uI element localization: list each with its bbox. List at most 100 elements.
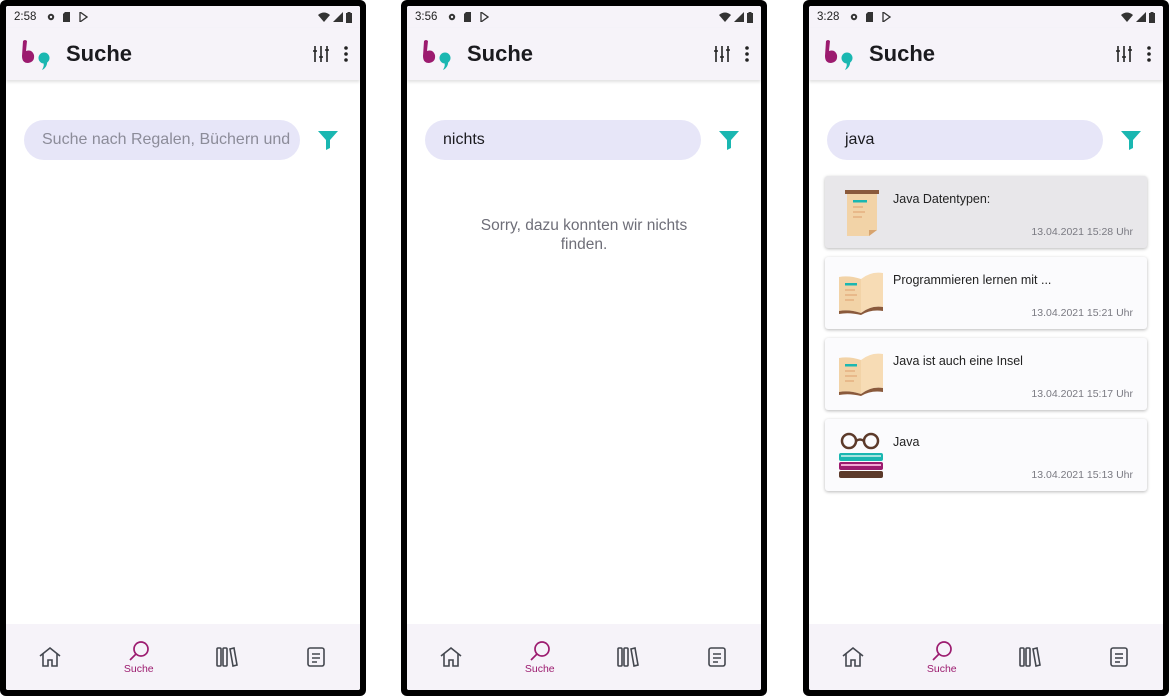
nav-notes[interactable]	[272, 624, 361, 690]
play-status-icon	[882, 12, 892, 22]
nav-notes[interactable]	[673, 624, 762, 690]
screen: 3:56 Suche nichts Sorry, dazu konnten wi…	[407, 6, 761, 690]
bottom-nav: Suche	[6, 624, 360, 690]
signal-icon	[734, 12, 744, 22]
page-title: Suche	[66, 41, 133, 66]
settings-status-icon	[449, 13, 456, 21]
status-time: 2:58	[14, 11, 37, 23]
app-bar: Suche	[809, 28, 1163, 80]
shelves-icon	[216, 647, 239, 667]
result-date: 13.04.2021 15:28 Uhr	[1031, 226, 1133, 238]
search-icon	[530, 640, 550, 661]
wifi-icon	[1121, 12, 1133, 22]
search-row: nichts	[425, 120, 743, 160]
nav-shelves[interactable]	[986, 624, 1075, 690]
nav-shelves[interactable]	[584, 624, 673, 690]
open-book-icon	[839, 353, 883, 396]
signal-icon	[1136, 12, 1146, 22]
bottom-nav: Suche	[809, 624, 1163, 690]
nav-search-label: Suche	[123, 662, 154, 675]
sliders-icon[interactable]	[1115, 45, 1133, 63]
result-date: 13.04.2021 15:21 Uhr	[1031, 307, 1133, 319]
page-title: Suche	[467, 41, 534, 66]
battery-icon	[346, 11, 352, 23]
filter-button[interactable]	[715, 126, 743, 154]
status-bar: 2:58	[6, 6, 360, 28]
status-bar: 3:28	[809, 6, 1163, 28]
sim-status-icon	[866, 12, 874, 22]
page-title: Suche	[869, 41, 936, 66]
app-bar: Suche	[407, 28, 761, 80]
search-row: java	[827, 120, 1145, 160]
result-card[interactable]: Programmieren lernen mit ... 13.04.2021 …	[825, 257, 1147, 329]
open-book-icon	[839, 272, 883, 315]
status-time: 3:56	[415, 11, 438, 23]
more-vert-icon[interactable]	[1147, 46, 1151, 62]
nav-home[interactable]	[6, 624, 95, 690]
nav-search-label: Suche	[926, 662, 957, 675]
sliders-icon[interactable]	[713, 45, 731, 63]
result-card[interactable]: Java ist auch eine Insel 13.04.2021 15:1…	[825, 338, 1147, 410]
result-title: Java Datentypen:	[893, 192, 991, 206]
result-card[interactable]: Java Datentypen: 13.04.2021 15:28 Uhr	[825, 176, 1147, 248]
search-input[interactable]: Suche nach Regalen, Büchern und	[24, 120, 300, 160]
battery-icon	[1149, 11, 1155, 23]
sliders-icon[interactable]	[312, 45, 330, 63]
home-icon	[842, 646, 864, 667]
result-card[interactable]: Java 13.04.2021 15:13 Uhr	[825, 419, 1147, 491]
shelves-icon	[617, 647, 640, 667]
sim-status-icon	[63, 12, 71, 22]
search-icon	[932, 640, 952, 661]
filter-button[interactable]	[314, 126, 342, 154]
screen: 3:28 Suche java Java Datentypen: 13.04.2…	[809, 6, 1163, 690]
note-icon	[845, 190, 879, 236]
phone-screen-no-results: 3:56 Suche nichts Sorry, dazu konnten wi…	[401, 0, 767, 696]
results-list: Java Datentypen: 13.04.2021 15:28 Uhr Pr…	[825, 176, 1147, 500]
app-logo-icon	[825, 40, 853, 70]
nav-notes[interactable]	[1075, 624, 1164, 690]
app-logo-icon	[423, 40, 451, 70]
nav-home[interactable]	[809, 624, 898, 690]
more-vert-icon[interactable]	[344, 46, 348, 62]
search-input[interactable]: nichts	[425, 120, 701, 160]
books-glasses-icon	[839, 432, 883, 478]
nav-shelves[interactable]	[183, 624, 272, 690]
home-icon	[39, 646, 61, 667]
play-status-icon	[79, 12, 89, 22]
note-icon	[306, 647, 325, 667]
signal-icon	[333, 12, 343, 22]
nav-search[interactable]: Suche	[496, 624, 585, 690]
status-bar: 3:56	[407, 6, 761, 28]
nav-search[interactable]: Suche	[95, 624, 184, 690]
sim-status-icon	[464, 12, 472, 22]
more-vert-icon[interactable]	[745, 46, 749, 62]
content: java Java Datentypen: 13.04.2021 15:28 U…	[809, 80, 1163, 624]
play-status-icon	[480, 12, 490, 22]
screen: 2:58 Suche Suche nach Regalen, Büchern u…	[6, 6, 360, 690]
result-title: Java ist auch eine Insel	[893, 354, 1023, 368]
content: nichts Sorry, dazu konnten wir nichts fi…	[407, 80, 761, 624]
home-icon	[440, 646, 462, 667]
wifi-icon	[318, 12, 330, 22]
battery-icon	[747, 11, 753, 23]
search-input[interactable]: java	[827, 120, 1103, 160]
note-icon	[1109, 647, 1128, 667]
app-bar: Suche	[6, 28, 360, 80]
phone-screen-empty-search: 2:58 Suche Suche nach Regalen, Büchern u…	[0, 0, 366, 696]
filter-icon	[318, 131, 338, 150]
bottom-nav: Suche	[407, 624, 761, 690]
content: Suche nach Regalen, Büchern und	[6, 80, 360, 624]
filter-icon	[1121, 131, 1141, 150]
phone-screen-results: 3:28 Suche java Java Datentypen: 13.04.2…	[803, 0, 1169, 696]
search-row: Suche nach Regalen, Büchern und	[24, 120, 342, 160]
settings-status-icon	[48, 13, 55, 21]
result-date: 13.04.2021 15:13 Uhr	[1031, 469, 1133, 481]
settings-status-icon	[851, 13, 858, 21]
nav-home[interactable]	[407, 624, 496, 690]
note-icon	[707, 647, 726, 667]
app-logo-icon	[22, 40, 50, 70]
filter-button[interactable]	[1117, 126, 1145, 154]
status-time: 3:28	[817, 11, 840, 23]
nav-search[interactable]: Suche	[898, 624, 987, 690]
empty-state-message: Sorry, dazu konnten wir nichts finden.	[480, 217, 688, 253]
